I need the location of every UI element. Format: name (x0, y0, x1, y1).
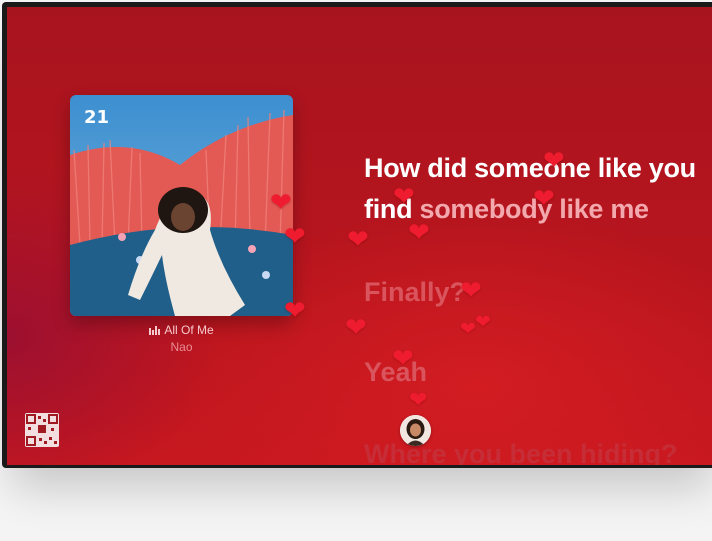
karaoke-screen: 21 All Of Me Nao How did someone like yo… (7, 7, 712, 465)
heart-icon: ❤ (284, 295, 306, 325)
track-title-row: All Of Me (70, 323, 293, 337)
heart-icon: ❤ (460, 275, 482, 305)
heart-icon: ❤ (533, 183, 555, 213)
singer-avatar[interactable] (400, 415, 431, 446)
audio-bars-icon (149, 325, 161, 335)
track-title: All Of Me (164, 323, 214, 337)
heart-icon: ❤ (475, 312, 491, 333)
heart-icon: ❤ (393, 181, 415, 211)
heart-icon: ❤ (409, 387, 428, 412)
heart-icon: ❤ (460, 319, 476, 340)
track-info: All Of Me Nao (70, 323, 293, 354)
heart-icon: ❤ (345, 312, 367, 342)
lyric-line-next: Finally? (364, 277, 467, 307)
tv-frame: 21 All Of Me Nao How did someone like yo… (2, 2, 712, 468)
lyric-line-current: How did someone like you (364, 153, 696, 183)
heart-icon: ❤ (392, 343, 414, 373)
heart-icon: ❤ (284, 221, 306, 251)
heart-icon: ❤ (347, 224, 369, 254)
heart-icon: ❤ (408, 217, 430, 247)
album-badge: 21 (84, 107, 109, 128)
qr-code (25, 413, 59, 447)
heart-icon: ❤ (543, 145, 565, 175)
album-artwork[interactable]: 21 (70, 95, 293, 316)
heart-icon: ❤ (270, 187, 292, 217)
track-artist: Nao (170, 340, 193, 354)
